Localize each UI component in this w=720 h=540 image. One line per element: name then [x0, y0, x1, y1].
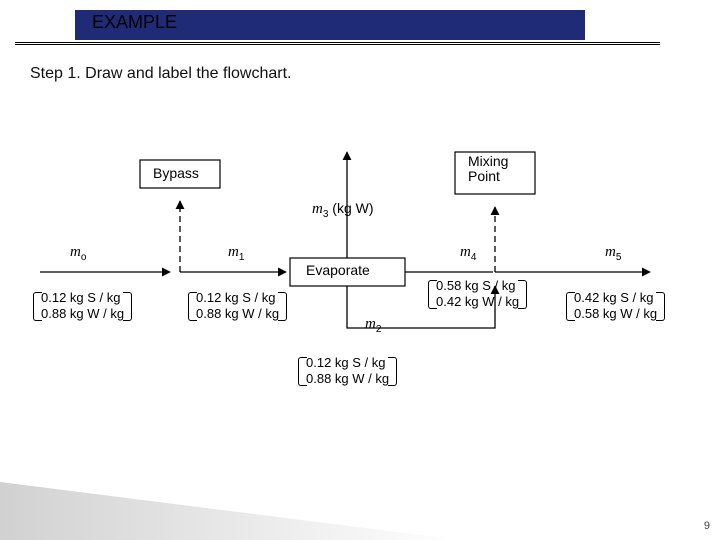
m4-label: m4: [460, 243, 476, 263]
comp-m4: 0.58 kg S / kg 0.42 kg W / kg: [430, 278, 525, 311]
comp-m0: 0.12 kg S / kg 0.88 kg W / kg: [35, 290, 130, 323]
comp-m1: 0.12 kg S / kg 0.88 kg W / kg: [190, 290, 285, 323]
comp-m2: 0.12 kg S / kg 0.88 kg W / kg: [300, 355, 395, 388]
m1-label: m1: [228, 243, 244, 263]
m0-label: mo: [70, 243, 86, 263]
mixing-label: Mixing Point: [468, 154, 508, 185]
mixing-label-text: Mixing Point: [468, 153, 508, 184]
evaporate-label: Evaporate: [306, 262, 370, 278]
m5-label: m5: [605, 243, 621, 263]
page-number: 9: [704, 520, 710, 532]
comp-m5: 0.42 kg S / kg 0.58 kg W / kg: [568, 290, 663, 323]
bypass-label: Bypass: [153, 165, 199, 181]
m2-label: m2: [365, 315, 381, 335]
m3-label: m3 (kg W): [312, 200, 374, 220]
